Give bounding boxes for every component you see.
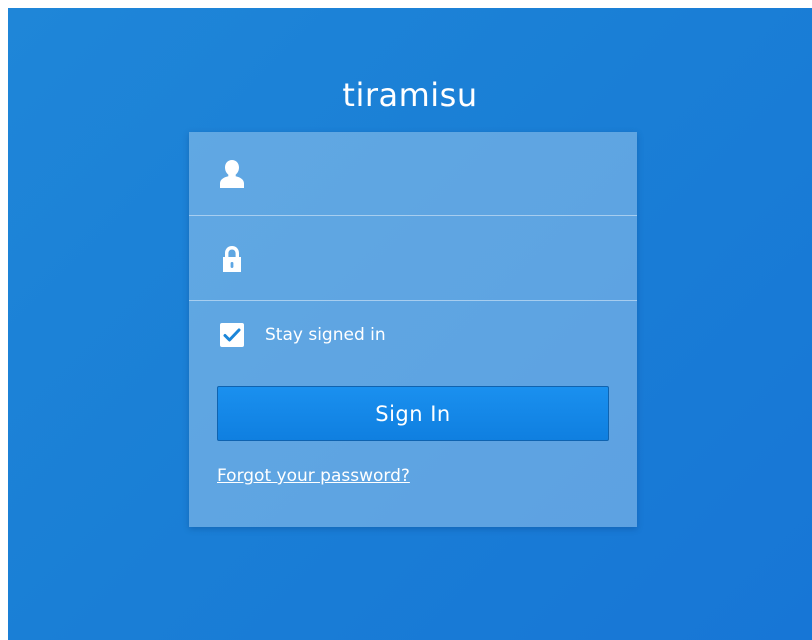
stay-signed-in[interactable]: Stay signed in	[220, 321, 386, 349]
password-input[interactable]	[259, 237, 613, 283]
stay-signed-in-label: Stay signed in	[265, 325, 386, 345]
username-field[interactable]	[189, 132, 637, 216]
app-title: tiramisu	[342, 76, 478, 114]
login-screen: tiramisu Stay signed in Sign In Forgot y…	[8, 8, 812, 640]
login-panel: Stay signed in Sign In Forgot your passw…	[189, 132, 637, 527]
user-icon	[218, 158, 246, 190]
forgot-password-link[interactable]: Forgot your password?	[217, 466, 410, 486]
password-field[interactable]	[189, 217, 637, 301]
stay-signed-in-checkbox[interactable]	[220, 323, 244, 347]
checkmark-icon	[223, 328, 241, 342]
sign-in-button[interactable]: Sign In	[217, 386, 609, 441]
username-input[interactable]	[259, 152, 613, 198]
lock-icon	[218, 243, 246, 275]
